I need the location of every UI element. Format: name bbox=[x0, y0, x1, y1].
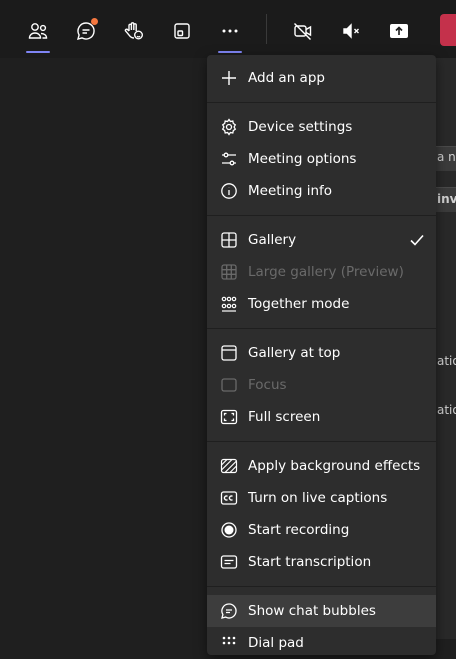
gear-icon bbox=[220, 118, 238, 136]
menu-item-label: Device settings bbox=[248, 119, 353, 135]
menu-item-show-chat-bubbles[interactable]: Show chat bubbles bbox=[207, 595, 436, 627]
menu-item-label: Gallery at top bbox=[248, 345, 341, 361]
menu-item-large-gallery: Large gallery (Preview) bbox=[207, 256, 436, 288]
side-panel-text: invi bbox=[437, 192, 456, 206]
gallery-top-icon bbox=[220, 344, 238, 362]
menu-item-label: Dial pad bbox=[248, 635, 304, 651]
grid-icon bbox=[220, 231, 238, 249]
menu-item-together-mode[interactable]: Together mode bbox=[207, 288, 436, 320]
checkmark-icon bbox=[409, 232, 425, 248]
menu-item-label: Together mode bbox=[248, 296, 350, 312]
transcription-icon bbox=[220, 553, 238, 571]
mic-muted-icon bbox=[343, 23, 359, 39]
people-icon bbox=[28, 23, 48, 39]
menu-item-add-app[interactable]: Add an app bbox=[207, 62, 436, 94]
menu-item-start-recording[interactable]: Start recording bbox=[207, 514, 436, 546]
menu-separator bbox=[207, 586, 436, 587]
menu-item-label: Apply background effects bbox=[248, 458, 421, 474]
menu-item-background-effects[interactable]: Apply background effects bbox=[207, 450, 436, 482]
menu-item-meeting-info[interactable]: Meeting info bbox=[207, 175, 436, 207]
people-button[interactable] bbox=[21, 14, 55, 53]
menu-item-meeting-options[interactable]: Meeting options bbox=[207, 143, 436, 175]
focus-icon bbox=[220, 376, 238, 394]
menu-item-label: Large gallery (Preview) bbox=[248, 264, 404, 280]
sliders-icon bbox=[220, 150, 238, 168]
menu-item-full-screen[interactable]: Full screen bbox=[207, 401, 436, 433]
breakout-rooms-icon bbox=[174, 23, 190, 39]
menu-item-gallery-at-top[interactable]: Gallery at top bbox=[207, 337, 436, 369]
menu-item-label: Start recording bbox=[248, 522, 350, 538]
menu-item-label: Show chat bubbles bbox=[248, 603, 376, 619]
dial-pad-icon bbox=[220, 634, 238, 652]
toolbar-divider bbox=[266, 14, 267, 44]
menu-item-dial-pad[interactable]: Dial pad bbox=[207, 627, 436, 659]
menu-item-label: Gallery bbox=[248, 232, 297, 248]
menu-item-start-transcription[interactable]: Start transcription bbox=[207, 546, 436, 578]
menu-item-label: Start transcription bbox=[248, 554, 372, 570]
side-panel-text: a nu bbox=[437, 150, 456, 164]
background-effects-icon bbox=[220, 457, 238, 475]
menu-item-focus: Focus bbox=[207, 369, 436, 401]
active-indicator bbox=[26, 51, 50, 53]
menu-item-device-settings[interactable]: Device settings bbox=[207, 111, 436, 143]
more-actions-icon bbox=[222, 29, 238, 33]
large-grid-icon bbox=[220, 263, 238, 281]
mic-button[interactable] bbox=[334, 14, 368, 48]
menu-item-label: Meeting info bbox=[248, 183, 333, 199]
full-screen-icon bbox=[220, 408, 238, 426]
menu-item-gallery[interactable]: Gallery bbox=[207, 224, 436, 256]
more-actions-menu: Add an app Device settings Meeting optio… bbox=[207, 55, 436, 655]
react-button[interactable] bbox=[117, 14, 151, 48]
active-indicator bbox=[218, 51, 242, 53]
menu-item-label: Add an app bbox=[248, 70, 325, 86]
closed-captions-icon bbox=[220, 489, 238, 507]
menu-separator bbox=[207, 441, 436, 442]
raise-hand-icon bbox=[124, 22, 143, 40]
menu-item-label: Focus bbox=[248, 377, 287, 393]
camera-off-icon bbox=[294, 23, 312, 40]
menu-item-label: Turn on live captions bbox=[248, 490, 388, 506]
menu-separator bbox=[207, 215, 436, 216]
record-icon bbox=[220, 521, 238, 539]
menu-item-label: Full screen bbox=[248, 409, 321, 425]
breakout-rooms-button[interactable] bbox=[165, 14, 199, 48]
menu-separator bbox=[207, 102, 436, 103]
menu-separator bbox=[207, 328, 436, 329]
chat-bubble-icon bbox=[220, 602, 238, 620]
side-panel-text: ation bbox=[437, 403, 456, 417]
share-button[interactable] bbox=[382, 14, 416, 48]
more-actions-button[interactable] bbox=[213, 14, 247, 53]
together-mode-icon bbox=[220, 295, 238, 313]
plus-icon bbox=[220, 69, 238, 87]
menu-item-label: Meeting options bbox=[248, 151, 357, 167]
share-screen-icon bbox=[390, 24, 408, 38]
side-panel-text: ation bbox=[437, 354, 456, 368]
leave-button[interactable] bbox=[440, 14, 456, 46]
notification-dot bbox=[91, 18, 98, 25]
chat-button[interactable] bbox=[69, 14, 103, 48]
info-icon bbox=[220, 182, 238, 200]
camera-button[interactable] bbox=[286, 14, 320, 48]
meeting-toolbar bbox=[0, 0, 456, 58]
menu-item-live-captions[interactable]: Turn on live captions bbox=[207, 482, 436, 514]
